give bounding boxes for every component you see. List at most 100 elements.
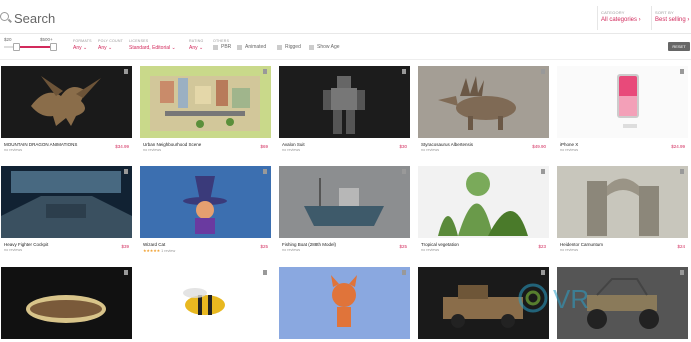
product-thumbnail[interactable] <box>279 267 410 339</box>
review-count: no reviews <box>143 148 162 152</box>
format-badge-icon <box>263 69 267 74</box>
product-card[interactable]: MOUNTAIN DRAGON ANIMATIONS $34.99 no revie… <box>1 66 132 154</box>
search-input[interactable] <box>14 8 574 28</box>
product-price: $25 <box>260 244 268 249</box>
formats-label: FORMATS <box>73 39 92 43</box>
product-thumbnail[interactable] <box>418 66 549 138</box>
checkbox-box[interactable] <box>309 44 314 50</box>
product-thumbnail[interactable] <box>1 66 132 138</box>
mussel-image <box>26 295 106 323</box>
product-reviews: ★★★★★ 1 review <box>143 248 175 253</box>
reset-button[interactable]: RESET <box>668 42 690 51</box>
filters-bar: $20 $500+ FORMATS Any ⌄ POLY COUNT Any ⌄… <box>0 34 691 60</box>
product-card[interactable]: Styracosaurus Albertensis $49.90 no review… <box>418 66 549 154</box>
product-title[interactable]: Heidentor Carnuntum <box>560 242 603 247</box>
product-card[interactable]: Heavy Fighter Cockpit $39 no reviews <box>1 166 132 254</box>
format-badge-icon <box>402 270 406 275</box>
product-title[interactable]: Urban Neighbourhood Scene <box>143 142 201 147</box>
category-value[interactable]: All categories › <box>601 17 641 23</box>
product-thumbnail[interactable] <box>279 166 410 238</box>
product-thumbnail[interactable] <box>418 267 549 339</box>
checkbox-box[interactable] <box>277 44 282 50</box>
category-select[interactable]: CATEGORY All categories › <box>601 10 641 30</box>
product-price: $39 <box>121 244 129 249</box>
rating-value[interactable]: Any ⌄ <box>189 45 204 51</box>
product-title[interactable]: Styracosaurus Albertensis <box>421 142 473 147</box>
product-thumbnail[interactable] <box>418 166 549 238</box>
product-card[interactable]: Avalon Suit $30 no reviews <box>279 66 410 154</box>
animated-checkbox[interactable]: Animated <box>237 44 266 50</box>
product-card[interactable]: Tropical vegetation $23 no reviews <box>418 166 549 254</box>
product-title[interactable]: Wizard Cat <box>143 242 165 247</box>
format-badge-icon <box>263 169 267 174</box>
category-label: CATEGORY <box>601 10 625 15</box>
product-title[interactable]: Avalon Suit <box>282 142 305 147</box>
price-max-label: $500+ <box>40 37 53 42</box>
product-thumbnail[interactable] <box>557 166 688 238</box>
product-card[interactable]: iPhone X $24.99 no reviews <box>557 66 688 154</box>
product-card[interactable] <box>279 267 410 342</box>
product-reviews: no reviews <box>282 248 300 252</box>
product-card[interactable]: Fishing Boat (288th Model) $25 no reviews <box>279 166 410 254</box>
product-card[interactable]: Wizard Cat $25 ★★★★★ 1 review <box>140 166 271 254</box>
product-thumbnail[interactable] <box>140 267 271 339</box>
product-thumbnail[interactable] <box>557 267 688 339</box>
product-thumbnail[interactable] <box>140 166 271 238</box>
product-title[interactable]: iPhone X <box>560 142 578 147</box>
product-title[interactable]: Fishing Boat (288th Model) <box>282 242 336 247</box>
formats-filter[interactable]: FORMATS Any ⌄ <box>73 39 92 51</box>
format-badge-icon <box>124 169 128 174</box>
price-slider-range <box>14 46 54 48</box>
licenses-value[interactable]: Standard, Editorial ⌄ <box>129 45 176 51</box>
product-title[interactable]: Heavy Fighter Cockpit <box>4 242 48 247</box>
robot-image <box>323 76 365 134</box>
product-reviews: no reviews <box>421 148 439 152</box>
product-card[interactable]: Heidentor Carnuntum $24 no reviews <box>557 166 688 254</box>
price-max-handle[interactable] <box>50 43 57 51</box>
rating-filter[interactable]: RATING Any ⌄ <box>189 39 204 51</box>
search-icon <box>0 12 9 21</box>
product-reviews: no reviews <box>143 148 161 152</box>
product-card[interactable] <box>140 267 271 342</box>
product-title[interactable]: Tropical vegetation <box>421 242 459 247</box>
product-thumbnail[interactable] <box>557 66 688 138</box>
product-card[interactable] <box>557 267 688 342</box>
format-badge-icon <box>263 270 267 275</box>
licenses-filter[interactable]: LICENSES Standard, Editorial ⌄ <box>129 39 176 51</box>
poly-count-filter[interactable]: POLY COUNT Any ⌄ <box>98 39 123 51</box>
formats-value[interactable]: Any ⌄ <box>73 45 92 51</box>
product-thumbnail[interactable] <box>140 66 271 138</box>
product-card[interactable]: Urban Neighbourhood Scene $69 no reviews <box>140 66 271 154</box>
review-count: no reviews <box>421 148 440 152</box>
truck-image <box>443 285 523 328</box>
show-age-checkbox[interactable]: Show Age <box>309 44 340 50</box>
format-badge-icon <box>541 169 545 174</box>
rigged-checkbox[interactable]: Rigged <box>277 44 301 50</box>
review-count: no reviews <box>560 148 579 152</box>
sort-value[interactable]: Best selling › <box>655 17 689 23</box>
checkbox-box[interactable] <box>213 44 218 50</box>
review-count: no reviews <box>282 248 301 252</box>
sort-select[interactable]: SORT BY Best selling › <box>655 10 689 30</box>
pbr-checkbox[interactable]: PBR <box>213 44 231 50</box>
product-title[interactable]: MOUNTAIN DRAGON ANIMATIONS <box>4 142 77 147</box>
price-min-handle[interactable] <box>13 43 20 51</box>
fox-image <box>331 275 357 327</box>
format-badge-icon <box>680 169 684 174</box>
poly-count-value[interactable]: Any ⌄ <box>98 45 123 51</box>
product-card[interactable] <box>1 267 132 342</box>
checkbox-box[interactable] <box>237 44 242 50</box>
divider <box>651 6 652 30</box>
boat-image <box>279 166 410 238</box>
product-thumbnail[interactable] <box>1 267 132 339</box>
product-thumbnail[interactable] <box>279 66 410 138</box>
ruin-image <box>587 178 659 236</box>
product-reviews: no reviews <box>560 148 578 152</box>
product-card[interactable] <box>418 267 549 342</box>
dragon-image <box>31 76 101 126</box>
product-price: $24.99 <box>671 144 685 149</box>
format-badge-icon <box>680 270 684 275</box>
product-thumbnail[interactable] <box>1 166 132 238</box>
others-filter: OTHERS <box>213 39 229 43</box>
dino-image <box>438 76 516 130</box>
